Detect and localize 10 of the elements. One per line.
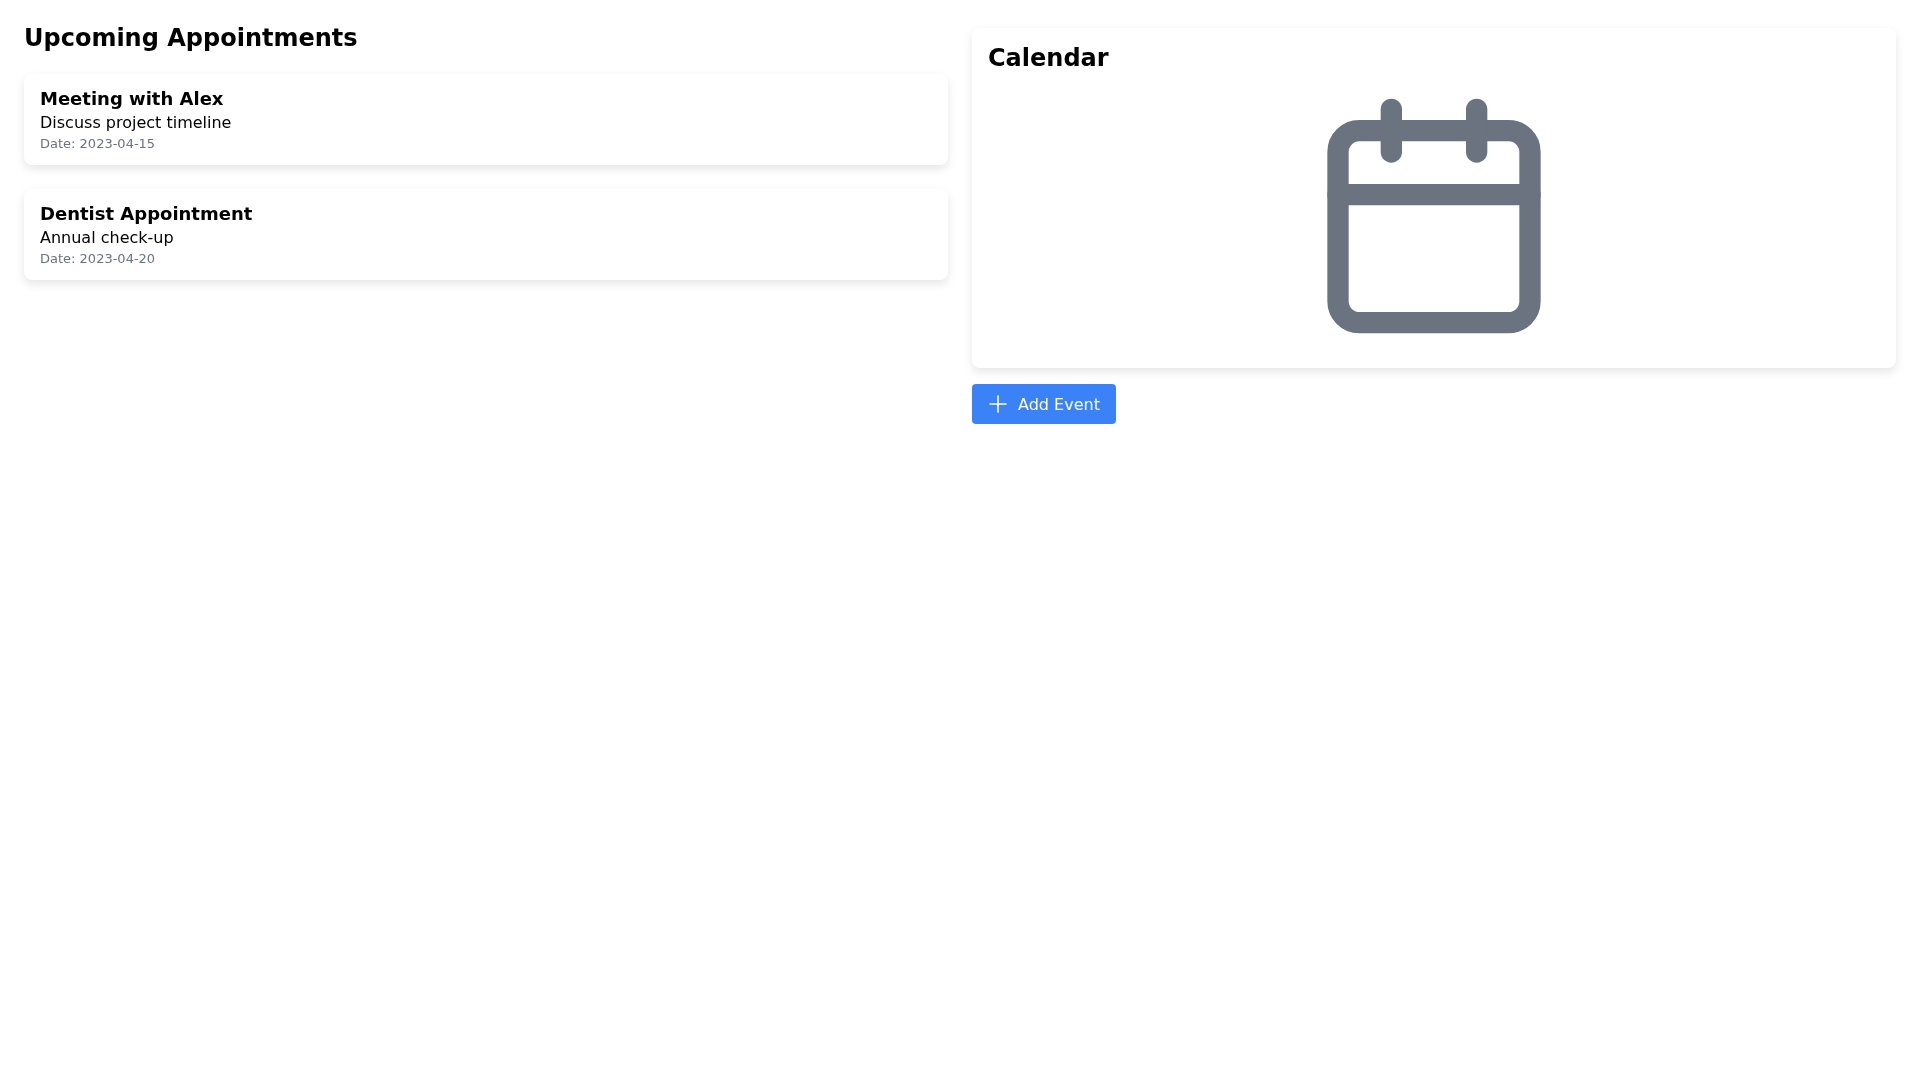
- appointment-title: Dentist Appointment: [40, 203, 254, 224]
- appointment-title: Meeting with Alex: [40, 88, 225, 109]
- section-heading: Upcoming Appointments: [24, 24, 359, 52]
- appointment-description: Annual check-up: [40, 228, 175, 247]
- appointment-description: Discuss project timeline: [40, 113, 233, 132]
- appointment-date: Date: 2023-04-20: [40, 251, 157, 266]
- appointment-date: Date: 2023-04-15: [40, 136, 157, 151]
- add-event-button[interactable]: Add Event: [972, 384, 1116, 424]
- plus-icon: [988, 394, 1008, 414]
- calendar-title: Calendar: [988, 44, 1110, 72]
